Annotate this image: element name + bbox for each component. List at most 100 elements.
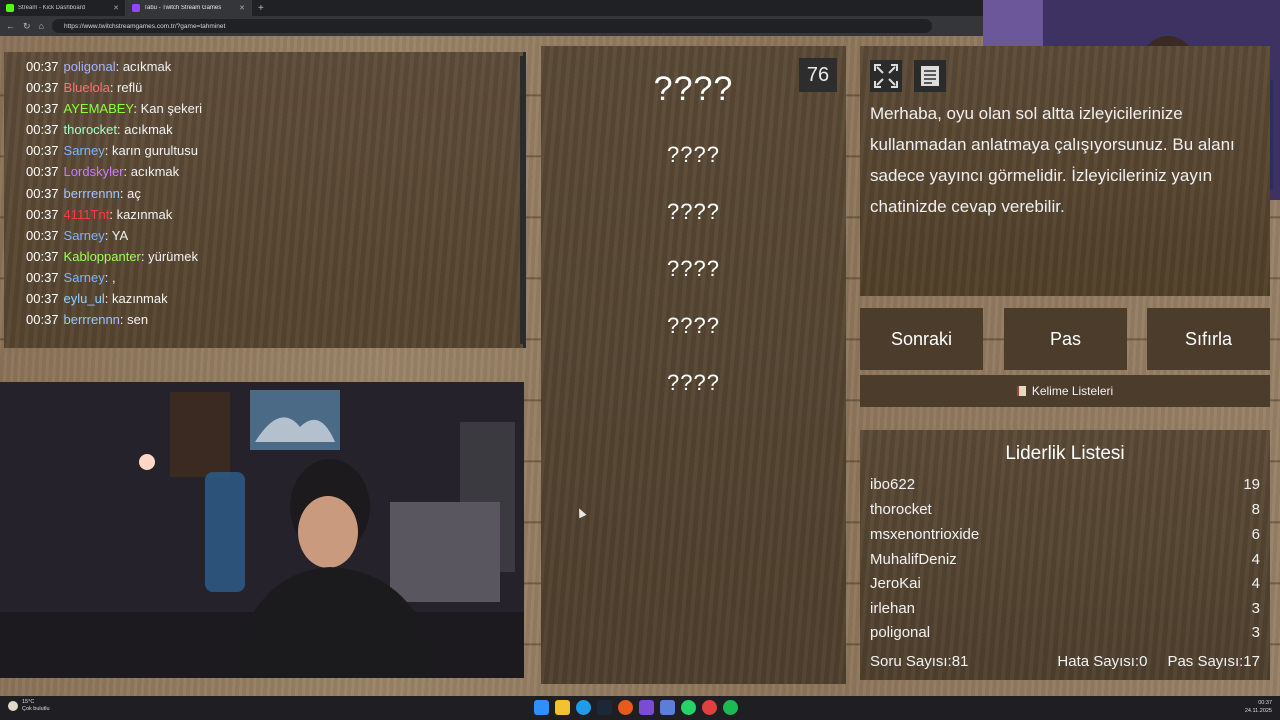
fullscreen-icon[interactable] — [870, 60, 902, 92]
windows-start-icon[interactable] — [534, 700, 549, 715]
chat-username[interactable]: poligonal — [64, 59, 116, 74]
chat-separator: : — [115, 59, 123, 74]
notes-icon[interactable] — [914, 60, 946, 92]
system-tray[interactable]: 00:37 24.11.2025 — [1245, 699, 1272, 715]
chat-separator: : — [104, 227, 112, 243]
chat-text: acıkmak — [130, 164, 180, 180]
webcam-streamer — [0, 382, 524, 678]
chat-text: kazınmak — [116, 206, 173, 222]
chat-username[interactable]: Sarney — [64, 228, 105, 243]
chat-text: YA — [111, 227, 129, 243]
chat-username[interactable]: berrrennn — [64, 186, 120, 201]
firefox-icon[interactable] — [618, 700, 633, 715]
close-icon[interactable]: ✕ — [239, 4, 245, 12]
pass-button[interactable]: Pas — [1004, 308, 1127, 370]
chat-message: 00:37 poligonal: acıkmak — [26, 56, 523, 77]
chat-text: acıkmak — [124, 122, 173, 138]
chat-scrollbar[interactable] — [520, 56, 523, 344]
discord-icon[interactable] — [660, 700, 675, 715]
spotify-icon[interactable] — [723, 700, 738, 715]
chat-username[interactable]: Sarney — [64, 270, 105, 285]
player-name: JeroKai — [870, 575, 921, 592]
chat-timestamp: 00:37 — [26, 227, 59, 243]
tab-title: Tabu - Twitch Stream Games — [144, 5, 222, 11]
next-button[interactable]: Sonraki — [860, 308, 983, 370]
chat-username[interactable]: Sarney — [64, 143, 105, 158]
chat-username[interactable]: thorocket — [64, 122, 117, 137]
chat-text: kazınmak — [111, 291, 168, 307]
weather-icon — [8, 701, 18, 711]
chat-timestamp: 00:37 — [26, 206, 59, 222]
player-score: 3 — [1251, 624, 1260, 641]
obs-icon[interactable] — [702, 700, 717, 715]
weather-widget[interactable]: 15°C Çok bulutlu — [8, 699, 50, 713]
chat-username[interactable]: eylu_ul — [64, 291, 105, 306]
leaderboard-row: ibo622 19 — [870, 476, 1260, 501]
chat-separator: : — [104, 269, 112, 285]
chat-message: 00:37 Kabloppanter: yürümek — [26, 246, 523, 267]
player-score: 3 — [1251, 600, 1260, 617]
close-icon[interactable]: ✕ — [113, 4, 119, 12]
notepad-icon — [1016, 386, 1026, 396]
fullscreen-icon-shape — [874, 64, 898, 88]
url-field[interactable]: https://www.twitchstreamgames.com.tr/?ga… — [51, 19, 932, 33]
chat-timestamp: 00:37 — [26, 248, 59, 264]
chat-username[interactable]: Bluelola — [64, 80, 110, 95]
chat-message: 00:37 Sarney: YA — [26, 225, 523, 246]
chat-text: acıkmak — [122, 59, 172, 74]
forbidden-word: ???? — [667, 199, 720, 224]
player-name: poligonal — [870, 624, 931, 641]
webcam-scene — [0, 382, 524, 678]
whatsapp-icon[interactable] — [681, 700, 696, 715]
player-score: 8 — [1251, 501, 1260, 518]
clock-date: 24.11.2025 — [1244, 708, 1272, 714]
player-name: msxenontrioxide — [870, 526, 980, 543]
chat-message: 00:37 berrrennn: aç — [26, 183, 523, 204]
leaderboard-row: msxenontrioxide 6 — [870, 526, 1260, 551]
chat-separator: : — [123, 164, 131, 180]
windows-taskbar: 15°C Çok bulutlu 00:37 24.11.2025 — [0, 696, 1280, 720]
chat-username[interactable]: AYEMABEY — [64, 101, 134, 116]
player-score: 19 — [1243, 476, 1260, 493]
player-name: ibo622 — [870, 476, 916, 493]
leaderboard-panel: Liderlik Listesi ibo622 19 thorocket 8 msx… — [860, 430, 1270, 680]
chat-timestamp: 00:37 — [26, 312, 59, 328]
leaderboard-row: MuhalifDeniz 4 — [870, 551, 1260, 576]
home-icon[interactable]: ⌂ — [39, 21, 44, 31]
tab-kick-dashboard[interactable]: Stream - Kick Dashboard ✕ — [0, 0, 126, 16]
leaderboard-title: Liderlik Listesi — [1005, 443, 1125, 464]
chat-separator: : — [109, 206, 117, 222]
new-tab-icon[interactable]: + — [252, 3, 270, 14]
target-word: ???? — [653, 70, 734, 108]
chat-username[interactable]: berrrennn — [64, 312, 120, 327]
chat-separator: : — [104, 291, 112, 307]
tab-tabu-game[interactable]: Tabu - Twitch Stream Games ✕ — [126, 0, 252, 16]
player-name: MuhalifDeniz — [870, 551, 957, 568]
instructions-text: Merhaba, oyu olan sol altta izleyicileri… — [870, 104, 1235, 216]
reset-button[interactable]: Sıfırla — [1147, 308, 1270, 370]
word-lists-button[interactable]: Kelime Listeleri — [860, 375, 1270, 407]
chat-username[interactable]: Kabloppanter — [64, 249, 141, 264]
taskbar-apps — [534, 700, 738, 715]
word-lists-label: Kelime Listeleri — [1031, 384, 1114, 398]
forbidden-word: ???? — [667, 313, 720, 338]
weather-desc: Çok bulutlu — [22, 706, 50, 712]
back-icon[interactable]: ← — [6, 21, 15, 31]
notes-icon-shape — [921, 66, 939, 86]
file-explorer-icon[interactable] — [555, 700, 570, 715]
word-list-panel: 76 ???? ???? ???? ???? ???? ???? — [541, 46, 846, 684]
chat-message: 00:37 4111Tnt: kazınmak — [26, 204, 523, 225]
steam-icon[interactable] — [597, 700, 612, 715]
twitch-app-icon[interactable] — [639, 700, 654, 715]
forbidden-word: ???? — [667, 256, 720, 281]
edge-icon[interactable] — [576, 700, 591, 715]
chat-separator: : — [104, 143, 112, 159]
chat-message: 00:37 Sarney: karın gurultusu — [26, 140, 523, 161]
chat-username[interactable]: 4111Tnt — [64, 207, 110, 222]
chat-message: 00:37 Bluelola: reflü — [26, 77, 523, 98]
reload-icon[interactable]: ↻ — [23, 21, 31, 32]
clock-time: 00:37 — [1258, 700, 1272, 706]
chat-username[interactable]: Lordskyler — [64, 164, 124, 179]
chat-text: reflü — [117, 80, 143, 96]
player-name: thorocket — [870, 501, 932, 518]
